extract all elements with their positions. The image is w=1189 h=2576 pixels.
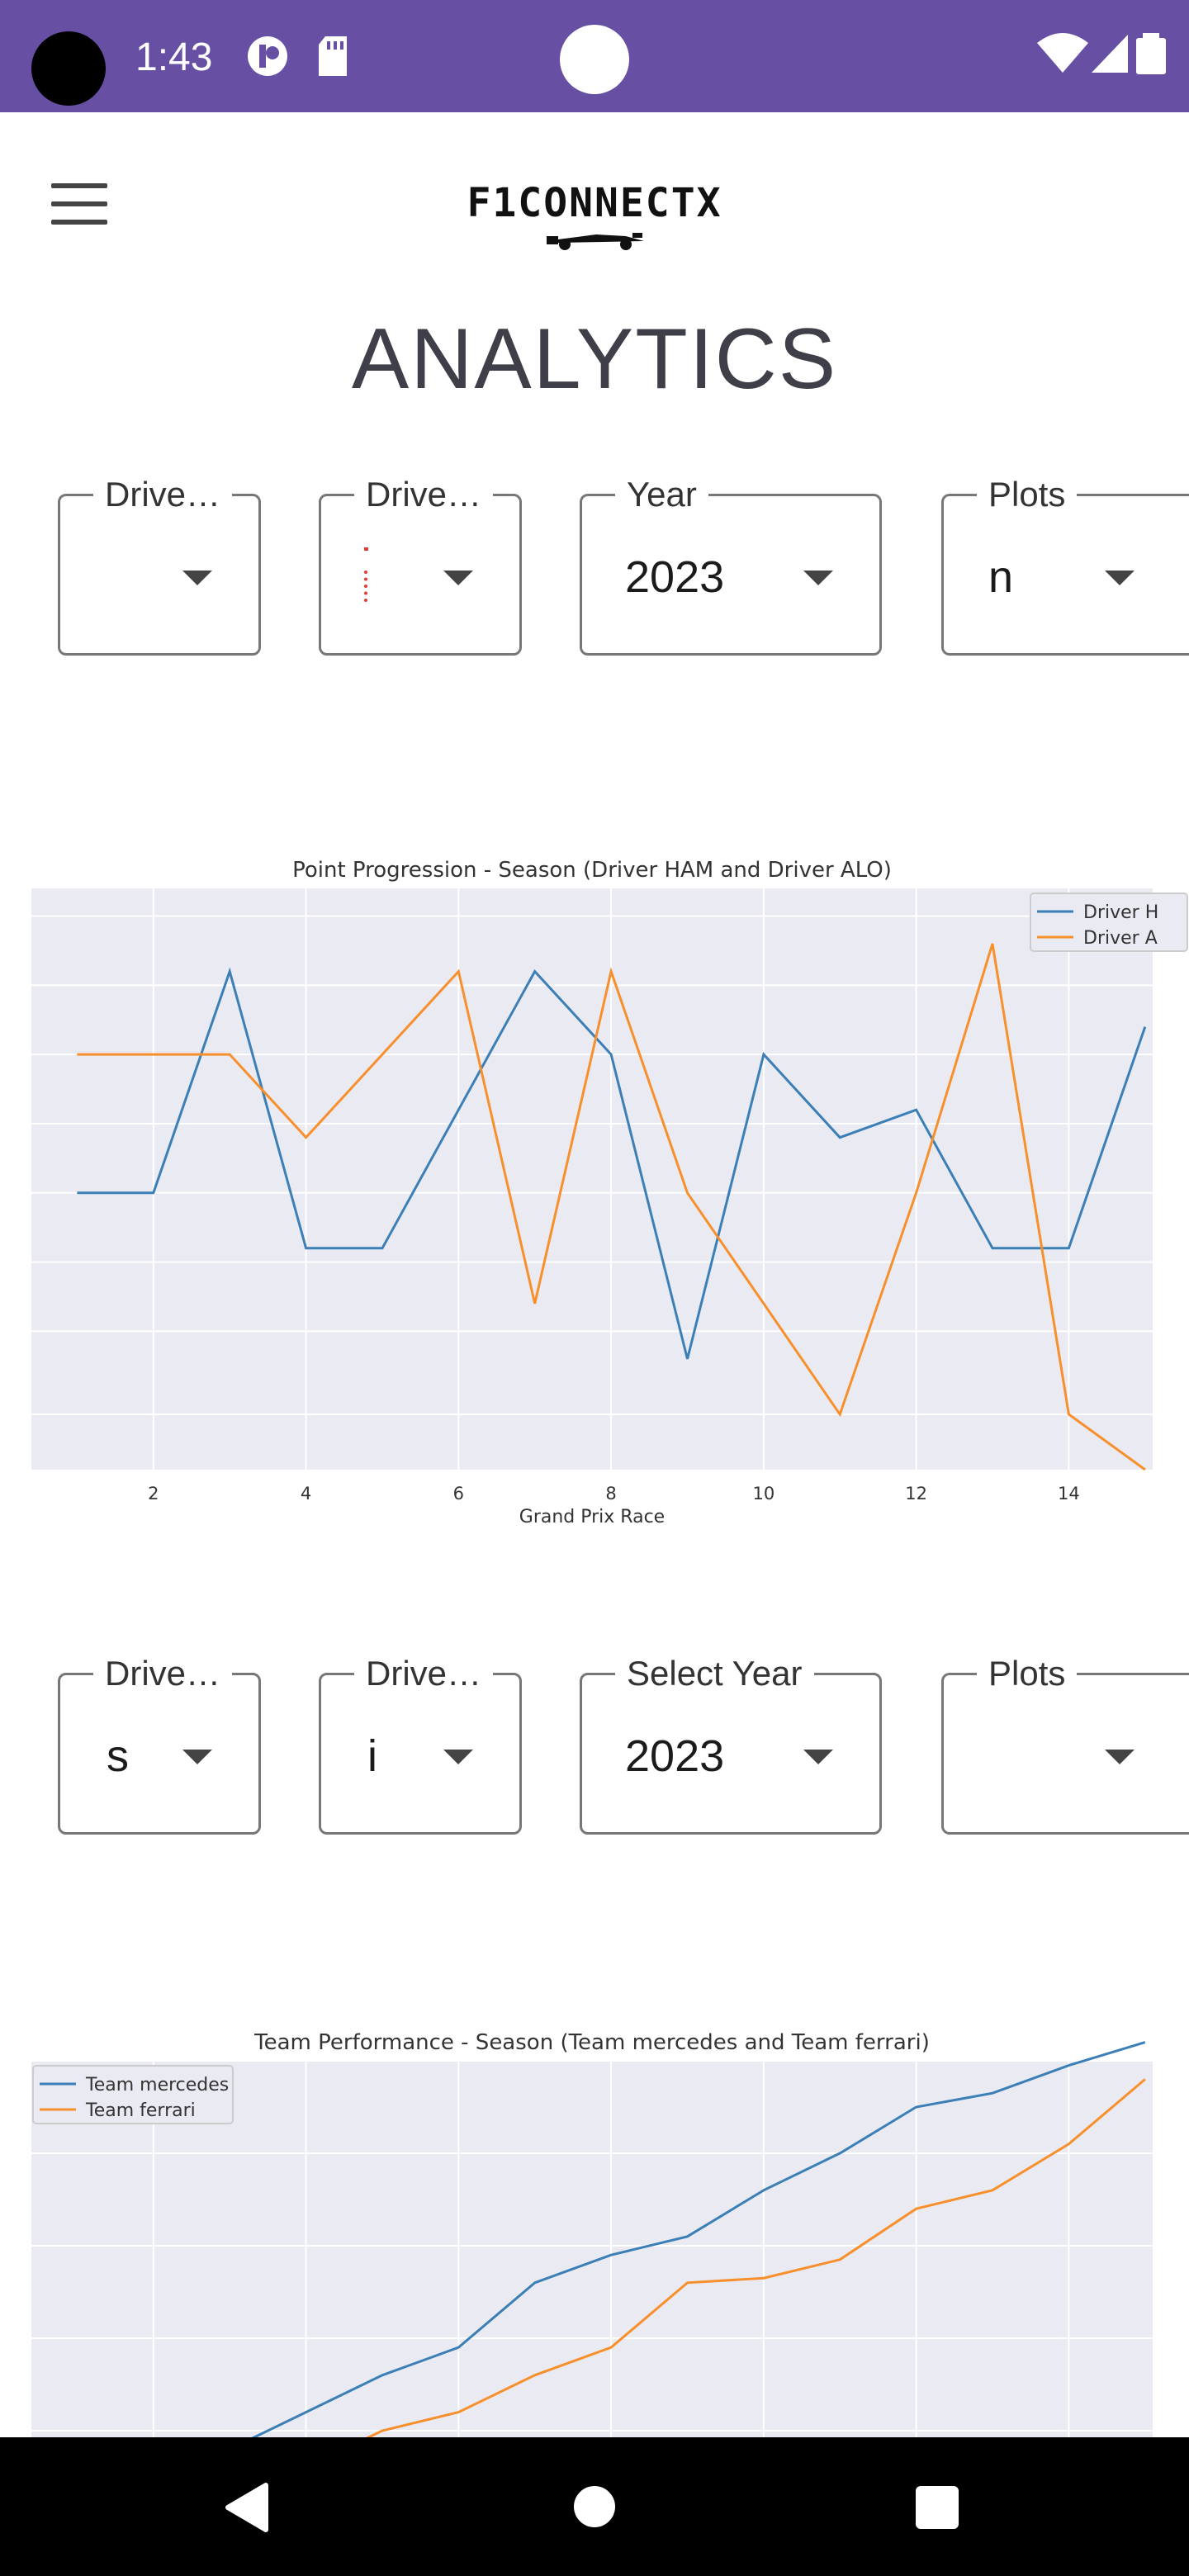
dropdown-value: 2023 [625,552,725,602]
cursor-mark [364,547,368,551]
driver2-dropdown[interactable]: Drive… [319,471,522,656]
dropdown-label: Drive… [354,471,494,518]
app-notification-icon [248,36,287,76]
status-time: 1:43 [135,36,213,79]
select-year-dropdown[interactable]: Select Year 2023 [580,1650,882,1835]
x-tick-label: 2 [148,1484,159,1503]
chevron-down-icon [803,571,833,585]
chevron-down-icon [443,1750,473,1764]
chevron-down-icon [803,1750,833,1764]
dropdown-label: Drive… [354,1650,494,1697]
dropdown-label: Drive… [93,471,233,518]
legend-label: Team ferrari [85,2100,196,2121]
dropdown-value: 2023 [625,1731,725,1781]
home-icon[interactable] [573,2485,616,2528]
f1connectx-logo: F1CONNECTX [467,180,722,250]
dropdown-value: i [367,1731,377,1781]
driver1-dropdown[interactable]: Drive… [58,471,261,656]
point-progression-chart: Point Progression - Season (Driver HAM a… [0,842,1189,1544]
dropdown-label: Plots [977,1650,1078,1697]
x-tick-label: 6 [453,1484,464,1503]
page-title: ANALYTICS [351,311,838,407]
sd-card-icon [319,36,347,76]
x-tick-label: 8 [605,1484,616,1503]
chevron-down-icon [182,571,212,585]
chevron-down-icon [1105,1750,1135,1764]
legend-label: Driver A [1083,928,1158,949]
battery-icon [1136,33,1166,74]
dropdown-label: Select Year [615,1650,814,1697]
wifi-icon [1037,33,1088,73]
dropdown-label: Plots [977,471,1078,518]
recents-icon[interactable] [915,2485,959,2530]
legend-label: Team mercedes [85,2075,229,2095]
plot-area [31,888,1153,1470]
hamburger-menu-icon[interactable] [51,183,107,226]
camera-cutout [31,31,106,106]
plots-dropdown[interactable]: Plots n [941,471,1189,656]
driver2-dropdown-2[interactable]: Drive… i [319,1650,522,1835]
x-tick-label: 4 [301,1484,311,1503]
status-bar: 1:43 [0,0,1189,112]
dropdown-label: Year [615,471,708,518]
back-icon[interactable] [223,2482,271,2533]
team-performance-chart: Team Performance - Season (Team mercedes… [0,2023,1189,2437]
dropdown-value: s [107,1731,129,1781]
dropdown-label: Drive… [93,1650,233,1697]
signal-icon [1092,35,1128,73]
driver1-dropdown-2[interactable]: Drive… s [58,1650,261,1835]
svg-text:F1CONNECTX: F1CONNECTX [467,180,722,226]
chevron-down-icon [182,1750,212,1764]
chart-title: Team Performance - Season (Team mercedes… [253,2030,930,2055]
x-tick-label: 10 [752,1484,775,1503]
chevron-down-icon [443,571,473,585]
x-axis-label: Grand Prix Race [519,1507,665,1527]
front-camera [560,25,629,94]
legend-label: Driver H [1083,902,1158,923]
navigation-bar [0,2437,1189,2576]
plots-dropdown-2[interactable]: Plots [941,1650,1189,1835]
dropdown-value: n [988,552,1014,602]
x-tick-label: 12 [905,1484,927,1503]
x-tick-label: 14 [1058,1484,1080,1503]
year-dropdown[interactable]: Year 2023 [580,471,882,656]
chart-title: Point Progression - Season (Driver HAM a… [292,858,892,883]
chevron-down-icon [1105,571,1135,585]
text-cursor [364,571,372,602]
